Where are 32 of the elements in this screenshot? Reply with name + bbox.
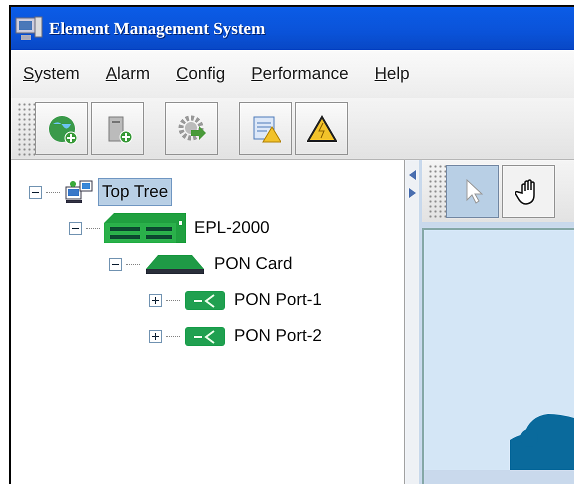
map-tool-button[interactable] — [502, 164, 555, 218]
gear-arrow-icon — [176, 114, 206, 144]
expand-toggle[interactable] — [149, 294, 162, 306]
computer-icon — [15, 16, 43, 42]
collapse-toggle[interactable] — [109, 258, 122, 270]
collapse-toggle[interactable] — [69, 222, 82, 234]
tree-item[interactable]: PON Card — [210, 250, 296, 278]
window-title: Element Management System — [49, 18, 266, 38]
toolbar-button[interactable] — [295, 102, 348, 155]
port-icon — [184, 289, 226, 311]
port-icon — [184, 325, 226, 347]
collapse-left-icon[interactable] — [408, 170, 416, 180]
menu-item[interactable]: Performance — [251, 61, 349, 87]
menu-item[interactable]: System — [23, 61, 80, 87]
collapse-right-icon[interactable] — [408, 188, 416, 198]
tree-item[interactable]: Top Tree — [98, 178, 172, 206]
menu-item[interactable]: Config — [176, 61, 226, 87]
tree-item[interactable]: PON Port-2 — [230, 322, 326, 350]
menu-item[interactable]: Help — [374, 61, 410, 87]
chassis-icon — [104, 211, 186, 245]
collapse-toggle[interactable] — [29, 186, 42, 198]
tree-item[interactable]: PON Port-1 — [230, 286, 326, 314]
card-icon — [144, 253, 206, 275]
report-warning-icon — [250, 114, 280, 144]
plus-icon — [151, 332, 160, 340]
globe-add-icon — [46, 114, 76, 144]
network-icon — [64, 179, 94, 205]
plus-icon — [151, 296, 160, 304]
menu-item[interactable]: Alarm — [106, 61, 150, 87]
warning-icon — [306, 114, 336, 144]
tree-item[interactable]: EPL-2000 — [190, 214, 274, 242]
expand-toggle[interactable] — [149, 330, 162, 342]
